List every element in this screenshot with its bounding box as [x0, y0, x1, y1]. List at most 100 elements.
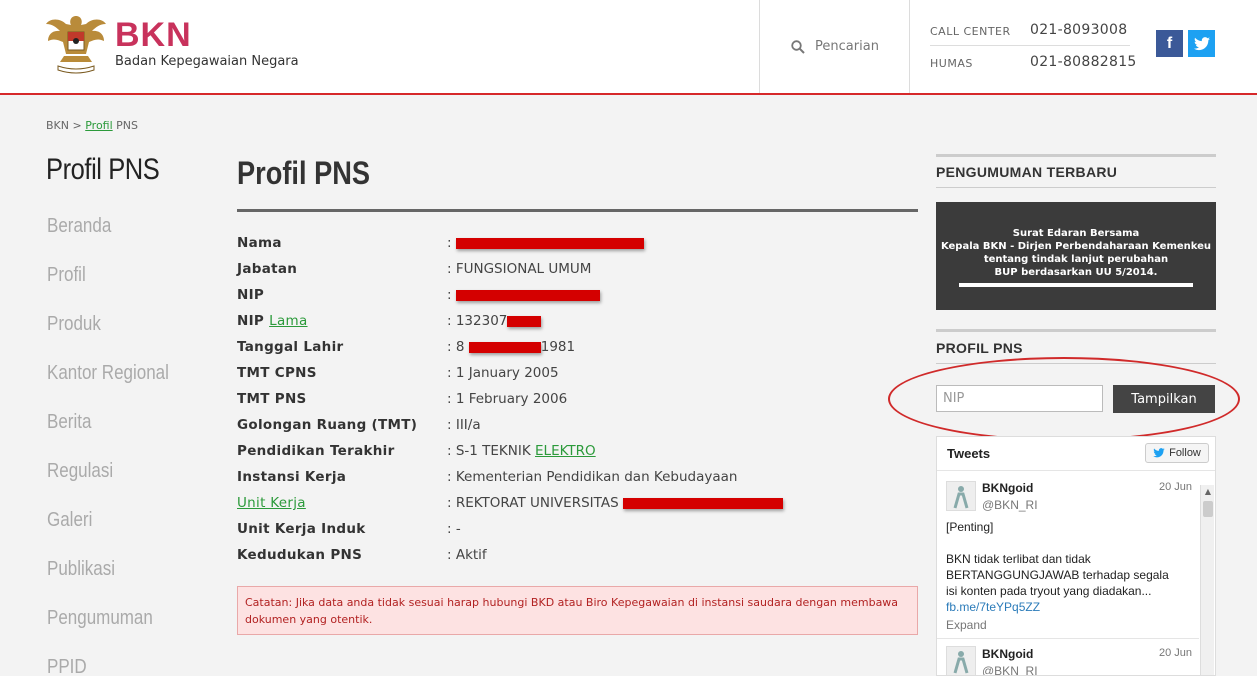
nav-item-regulasi[interactable]: Regulasi [47, 460, 113, 483]
tweet-link[interactable]: fb.me/7teYPq5ZZ [946, 599, 1169, 615]
nav-item-berita[interactable]: Berita [47, 411, 91, 434]
breadcrumb: BKN > Profil PNS [46, 119, 138, 132]
tweet-divider [937, 638, 1199, 639]
search-icon [791, 39, 805, 54]
tweet-line: BERTANGGUNGJAWAB terhadap segala [946, 568, 1169, 582]
tweet-line: BKN tidak terlibat dan tidak [946, 552, 1091, 566]
avatar[interactable] [946, 481, 976, 511]
annotation-circle [888, 357, 1240, 441]
banner-line: Surat Edaran Bersama [1012, 228, 1140, 239]
nav-item-profil[interactable]: Profil [47, 264, 86, 287]
humas-label: HUMAS [930, 57, 973, 70]
field-label: Unit Kerja Induk [237, 521, 366, 537]
field-label: Instansi Kerja [237, 469, 347, 485]
field-label: Pendidikan Terakhir [237, 443, 395, 459]
garuda-emblem-icon[interactable] [44, 10, 108, 76]
announcement-title: PENGUMUMAN TERBARU [936, 164, 1118, 180]
field-value: : - [447, 521, 461, 537]
nav-item-beranda[interactable]: Beranda [47, 215, 111, 238]
nav-item-produk[interactable]: Produk [47, 313, 101, 336]
field-value: : 1 February 2006 [447, 391, 568, 407]
avatar[interactable] [946, 646, 976, 675]
elektro-link[interactable]: ELEKTRO [535, 443, 596, 459]
field-label: NIP [237, 287, 265, 303]
field-label: NIP Lama [237, 313, 308, 329]
field-label: Tanggal Lahir [237, 339, 344, 355]
timeline-title: Tweets [947, 446, 991, 461]
tweet-author-handle[interactable]: @BKN_RI [982, 498, 1038, 512]
logo-title[interactable]: BKN [115, 16, 192, 54]
follow-label: Follow [1169, 447, 1201, 459]
breadcrumb-current: PNS [112, 119, 138, 132]
field-value: : 132307 [447, 311, 542, 331]
field-label: TMT CPNS [237, 365, 317, 381]
redaction-mark [622, 497, 783, 509]
call-center-label: CALL CENTER [930, 25, 1011, 38]
twitter-icon[interactable] [1188, 30, 1215, 57]
site-header: BKN Badan Kepegawaian Negara Pencarian C… [0, 0, 1257, 95]
scroll-thumb[interactable] [1203, 501, 1213, 517]
tweet-line: [Penting] [946, 520, 994, 534]
banner-line: tentang tindak lanjut perubahan [983, 254, 1169, 265]
redaction-mark [507, 315, 542, 327]
redaction-mark [455, 289, 600, 301]
nav-item-ppid[interactable]: PPID [47, 656, 87, 676]
nav-item-pengumuman[interactable]: Pengumuman [47, 607, 153, 630]
field-value: : FUNGSIONAL UMUM [447, 261, 592, 277]
timeline-scrollbar[interactable]: ▲ [1200, 485, 1215, 675]
breadcrumb-link-profil[interactable]: Profil [85, 119, 112, 132]
nip-lama-link[interactable]: Lama [269, 313, 307, 329]
notice-box: Catatan: Jika data anda tidak sesuai har… [237, 586, 918, 635]
tweet-author-name[interactable]: BKNgoid [982, 647, 1033, 661]
search-label: Pencarian [815, 39, 879, 54]
logo-subtitle: Badan Kepegawaian Negara [115, 54, 299, 69]
bkn-avatar-icon [953, 651, 969, 674]
header-divider [909, 0, 910, 93]
follow-button[interactable]: Follow [1145, 443, 1209, 463]
call-center-number: 021-8093008 [1030, 22, 1128, 38]
field-label: Kedudukan PNS [237, 547, 363, 563]
field-label: Unit Kerja [237, 493, 306, 513]
humas-number: 021-80882815 [1030, 54, 1137, 70]
tweet-date[interactable]: 20 Jun [1159, 481, 1192, 493]
field-label: Golongan Ruang (TMT) [237, 417, 418, 433]
search-button[interactable]: Pencarian [760, 0, 910, 93]
field-value: : [447, 285, 600, 305]
field-value: : [447, 233, 644, 253]
nav-item-kantor-regional[interactable]: Kantor Regional [47, 362, 169, 385]
unit-kerja-link[interactable]: Unit Kerja [237, 495, 306, 511]
field-value: : S-1 TEKNIK ELEKTRO [447, 443, 596, 459]
nav-item-galeri[interactable]: Galeri [47, 509, 92, 532]
tweet-expand[interactable]: Expand [946, 618, 987, 632]
title-divider [237, 209, 918, 212]
announcement-banner[interactable]: Surat Edaran Bersama Kepala BKN - Dirjen… [936, 202, 1216, 310]
field-value: : Kementerian Pendidikan dan Kebudayaan [447, 469, 738, 485]
tweet-author-handle[interactable]: @BKN_RI [982, 664, 1038, 675]
field-label: TMT PNS [237, 391, 307, 407]
scroll-up-icon[interactable]: ▲ [1201, 485, 1215, 499]
field-value: : Aktif [447, 547, 487, 563]
bkn-avatar-icon [953, 486, 969, 509]
banner-line: BUP berdasarkan UU 5/2014. [994, 267, 1158, 278]
nav-item-publikasi[interactable]: Publikasi [47, 558, 115, 581]
nav-title: Profil PNS [46, 153, 160, 186]
timeline-header: Tweets Follow [937, 437, 1215, 471]
twitter-bird-icon [1153, 448, 1165, 458]
field-label: Nama [237, 235, 282, 251]
field-value: : 1 January 2005 [447, 365, 559, 381]
tweet-date[interactable]: 20 Jun [1159, 647, 1192, 659]
banner-line: Kepala BKN - Dirjen Perbendaharaan Kemen… [940, 241, 1212, 252]
tweet-line [946, 535, 1169, 551]
field-label: Jabatan [237, 261, 298, 277]
tweet-author-name[interactable]: BKNgoid [982, 481, 1033, 495]
facebook-icon[interactable]: f [1156, 30, 1183, 57]
contact-divider [930, 45, 1130, 46]
page-title: Profil PNS [237, 155, 370, 191]
tweet-body: [Penting] BKN tidak terlibat dan tidak B… [946, 519, 1169, 615]
breadcrumb-root[interactable]: BKN [46, 119, 69, 132]
twitter-timeline: Tweets Follow BKNgoid @BKN_RI 20 Jun [Pe… [936, 436, 1216, 676]
tweet-line: isi konten pada tryout yang diadakan... [946, 584, 1152, 598]
sidebar-divider [936, 329, 1216, 332]
redaction-mark [468, 341, 541, 353]
redaction-mark [455, 237, 644, 249]
